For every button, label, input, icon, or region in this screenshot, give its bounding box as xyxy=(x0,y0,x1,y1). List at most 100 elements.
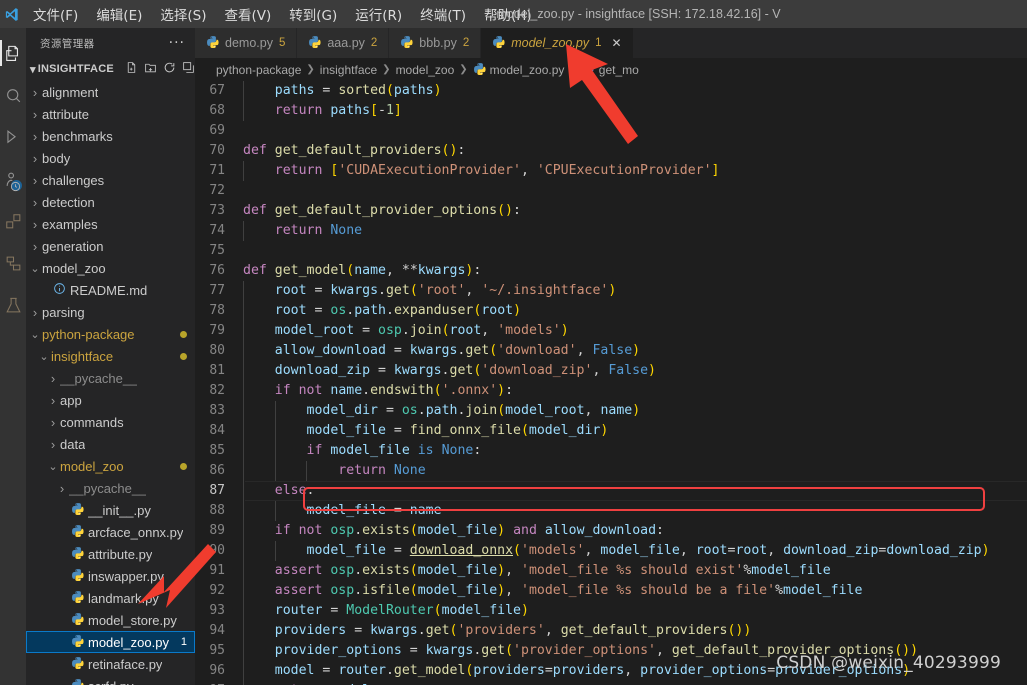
code-line-text[interactable]: model_file = name xyxy=(241,501,442,521)
chevron-down-icon[interactable]: ⌄ xyxy=(37,350,51,363)
run-and-debug-icon[interactable] xyxy=(0,158,26,200)
tree-item[interactable]: › generation xyxy=(26,235,195,257)
chevron-right-icon[interactable]: › xyxy=(28,151,42,166)
code-line-text[interactable]: model_dir = os.path.join(model_root, nam… xyxy=(241,401,640,421)
tree-item[interactable]: attribute.py xyxy=(26,543,195,565)
code-line[interactable]: 74 return None xyxy=(195,221,1027,241)
tree-item[interactable]: inswapper.py xyxy=(26,565,195,587)
remote-explorer-icon[interactable] xyxy=(0,242,26,284)
chevron-right-icon[interactable]: › xyxy=(46,371,60,386)
code-line-text[interactable]: router = ModelRouter(model_file) xyxy=(241,601,529,621)
tree-item[interactable]: › app xyxy=(26,389,195,411)
menu-file[interactable]: 文件(F) xyxy=(24,1,87,27)
chevron-right-icon[interactable]: › xyxy=(46,415,60,430)
menu-terminal[interactable]: 终端(T) xyxy=(411,1,475,27)
editor-tab[interactable]: demo.py 5 xyxy=(195,28,298,58)
code-line[interactable]: 80 allow_download = kwargs.get('download… xyxy=(195,341,1027,361)
chevron-down-icon[interactable]: ⌄ xyxy=(46,460,60,473)
code-line-text[interactable]: return None xyxy=(241,461,426,481)
chevron-right-icon[interactable]: › xyxy=(28,239,42,254)
chevron-right-icon[interactable]: › xyxy=(28,217,42,232)
editor-tab[interactable]: aaa.py 2 xyxy=(297,28,390,58)
tree-item[interactable]: › examples xyxy=(26,213,195,235)
chevron-right-icon[interactable]: › xyxy=(28,129,42,144)
code-editor[interactable]: 67 paths = sorted(paths) 68 return paths[… xyxy=(195,81,1027,685)
chevron-right-icon[interactable]: › xyxy=(55,481,69,496)
tree-item[interactable]: › benchmarks xyxy=(26,125,195,147)
code-line-text[interactable]: root = os.path.expanduser(root) xyxy=(241,301,521,321)
code-line-text[interactable]: return ['CUDAExecutionProvider', 'CPUExe… xyxy=(241,161,719,181)
tree-item[interactable]: › commands xyxy=(26,411,195,433)
breadcrumb-item[interactable]: python-package xyxy=(216,63,301,77)
tree-item[interactable]: › __pycache__ xyxy=(26,367,195,389)
close-icon[interactable]: ✕ xyxy=(611,36,621,50)
code-line-text[interactable]: if not osp.exists(model_file) and allow_… xyxy=(241,521,664,541)
code-line-text[interactable]: model_root = osp.join(root, 'models') xyxy=(241,321,569,341)
code-line[interactable]: 73 def get_default_provider_options(): xyxy=(195,201,1027,221)
code-line-text[interactable]: providers = kwargs.get('providers', get_… xyxy=(241,621,751,641)
explorer-more-actions-icon[interactable]: ··· xyxy=(169,36,185,50)
code-line[interactable]: 69 xyxy=(195,121,1027,141)
tree-item[interactable]: › parsing xyxy=(26,301,195,323)
code-line[interactable]: 71 return ['CUDAExecutionProvider', 'CPU… xyxy=(195,161,1027,181)
code-line[interactable]: 93 router = ModelRouter(model_file) xyxy=(195,601,1027,621)
menu-view[interactable]: 查看(V) xyxy=(216,1,281,27)
chevron-down-icon[interactable]: ⌄ xyxy=(28,328,42,341)
code-line[interactable]: 72 xyxy=(195,181,1027,201)
extensions-icon[interactable] xyxy=(0,200,26,242)
code-line-text[interactable]: model_file = find_onnx_file(model_dir) xyxy=(241,421,608,441)
menu-edit[interactable]: 编辑(E) xyxy=(87,1,151,27)
code-line[interactable]: 91 assert osp.exists(model_file), 'model… xyxy=(195,561,1027,581)
menu-help[interactable]: 帮助(H) xyxy=(475,1,541,27)
code-line-text[interactable]: return None xyxy=(241,221,362,241)
activity-bar[interactable] xyxy=(0,28,26,685)
chevron-right-icon[interactable]: › xyxy=(46,393,60,408)
code-line-text[interactable] xyxy=(241,241,243,261)
menu-bar[interactable]: 文件(F) 编辑(E) 选择(S) 查看(V) 转到(G) 运行(R) 终端(T… xyxy=(22,1,541,27)
breadcrumb-item[interactable]: model_zoo xyxy=(396,63,455,77)
breadcrumb-item[interactable]: insightface xyxy=(320,63,377,77)
breadcrumb[interactable]: python-package ❯ insightface ❯ model_zoo ❯ mod… xyxy=(195,58,1027,81)
chevron-right-icon[interactable]: › xyxy=(28,305,42,320)
code-line[interactable]: 97 return model xyxy=(195,681,1027,685)
chevron-right-icon[interactable]: › xyxy=(28,85,42,100)
chevron-down-icon[interactable]: ⌄ xyxy=(28,262,42,275)
refresh-icon[interactable] xyxy=(163,61,176,77)
workspace-root-row[interactable]: ▾ INSIGHTFACE [... xyxy=(26,58,195,80)
tree-item[interactable]: scrfd.py xyxy=(26,675,195,685)
code-line[interactable]: 78 root = os.path.expanduser(root) xyxy=(195,301,1027,321)
code-line[interactable]: 84 model_file = find_onnx_file(model_dir… xyxy=(195,421,1027,441)
tree-item[interactable]: ⌄ python-package xyxy=(26,323,195,345)
editor-tab-bar[interactable]: demo.py 5 aaa.py 2 bbb.py 2 model_zoo.py 1 ✕ xyxy=(195,28,1027,58)
code-line[interactable]: 90 model_file = download_onnx('models', … xyxy=(195,541,1027,561)
code-line[interactable]: 68 return paths[-1] xyxy=(195,101,1027,121)
tree-item[interactable]: README.md xyxy=(26,279,195,301)
tree-item[interactable]: › attribute xyxy=(26,103,195,125)
tree-item[interactable]: ⌄ insightface xyxy=(26,345,195,367)
tree-item[interactable]: › alignment xyxy=(26,81,195,103)
file-tree[interactable]: › alignment › attribute › benchmarks › body › cha… xyxy=(26,80,195,685)
code-line[interactable]: 94 providers = kwargs.get('providers', g… xyxy=(195,621,1027,641)
code-line-text[interactable]: if model_file is None: xyxy=(241,441,481,461)
code-line[interactable]: 87 else: xyxy=(195,481,1027,501)
code-line-text[interactable]: assert osp.exists(model_file), 'model_fi… xyxy=(241,561,831,581)
code-line-text[interactable]: if not name.endswith('.onnx'): xyxy=(241,381,513,401)
code-line[interactable]: 88 model_file = name xyxy=(195,501,1027,521)
code-line[interactable]: 85 if model_file is None: xyxy=(195,441,1027,461)
code-line-text[interactable] xyxy=(241,121,243,141)
tree-item[interactable]: › challenges xyxy=(26,169,195,191)
collapse-all-icon[interactable] xyxy=(182,61,195,77)
new-folder-icon[interactable] xyxy=(144,61,157,77)
tree-item[interactable]: › detection xyxy=(26,191,195,213)
code-line-text[interactable]: return model xyxy=(241,681,370,685)
code-line-text[interactable]: root = kwargs.get('root', '~/.insightfac… xyxy=(241,281,616,301)
code-line-text[interactable]: def get_default_provider_options(): xyxy=(241,201,521,221)
code-line-text[interactable]: def get_model(name, **kwargs): xyxy=(241,261,481,281)
code-line[interactable]: 92 assert osp.isfile(model_file), 'model… xyxy=(195,581,1027,601)
tree-item[interactable]: › body xyxy=(26,147,195,169)
code-line-text[interactable] xyxy=(241,181,243,201)
chevron-right-icon[interactable]: › xyxy=(28,173,42,188)
chevron-right-icon[interactable]: › xyxy=(46,437,60,452)
code-line-text[interactable]: def get_default_providers(): xyxy=(241,141,465,161)
code-line[interactable]: 82 if not name.endswith('.onnx'): xyxy=(195,381,1027,401)
